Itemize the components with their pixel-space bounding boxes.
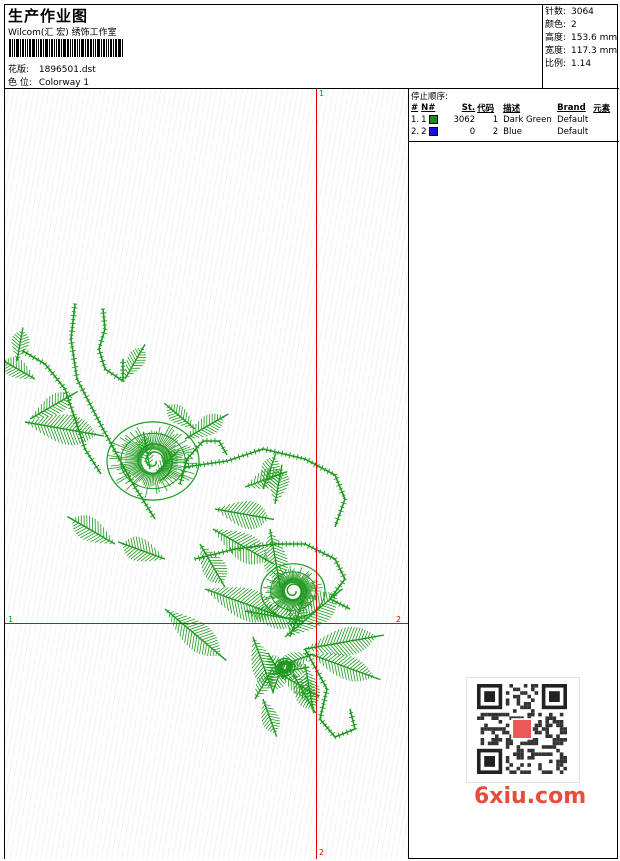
stat-width: 宽度: 117.3 mm	[545, 45, 619, 58]
sequence-grid: # N# St. 代码 描述 Brand 元素 1. 1 3062 1 Dark…	[410, 102, 618, 138]
axis-label-bottom: 2	[319, 848, 324, 857]
company-name: Wilcom(汇 宏) 绣饰工作室	[8, 25, 117, 38]
col-code: 代码	[476, 102, 502, 114]
pattern-row: 花版: 1896501.dst	[8, 62, 96, 75]
thread-swatch	[429, 127, 438, 136]
stat-scale: 比例: 1.14	[545, 58, 619, 71]
header-info: 生产作业图 Wilcom(汇 宏) 绣饰工作室 花版: 1896501.dst …	[5, 5, 543, 89]
sequence-caption: 停止顺序:	[411, 90, 448, 102]
axis-label-left: 1	[8, 615, 13, 624]
embroidery-design	[5, 89, 409, 859]
watermark: 6xiu.com	[474, 784, 586, 809]
col-n: N#	[420, 102, 450, 114]
vertical-axis	[316, 89, 317, 859]
pattern-label: 花版:	[8, 62, 36, 75]
qr-code	[466, 677, 580, 783]
colorway-row: 色 位: Colorway 1	[8, 75, 89, 88]
horizontal-axis	[5, 623, 409, 624]
stop-sequence-table: 停止顺序: # N# St. 代码 描述 Brand 元素 1. 1 3062	[409, 89, 619, 142]
table-row[interactable]: 2. 2 0 2 Blue Default	[410, 126, 618, 138]
thread-swatch	[429, 115, 438, 124]
table-row[interactable]: 1. 1 3062 1 Dark Green Default	[410, 114, 618, 126]
stat-stitches: 针数: 3064	[545, 6, 619, 19]
col-element: 元素	[592, 102, 618, 114]
stat-height: 高度: 153.6 mm	[545, 32, 619, 45]
axis-label-top: 1	[319, 89, 324, 98]
barcode	[9, 39, 141, 57]
col-desc: 描述	[502, 102, 556, 114]
sequence-header-row: # N# St. 代码 描述 Brand 元素	[410, 102, 618, 114]
colorway-label: 色 位:	[8, 75, 36, 88]
stats-panel: 针数: 3064 颜色: 2 高度: 153.6 mm 宽度: 117.3 mm 比例:…	[543, 5, 619, 89]
axis-label-right: 2	[396, 615, 401, 624]
pattern-value: 1896501.dst	[39, 65, 96, 75]
col-hash: #	[410, 102, 420, 114]
stat-colors: 颜色: 2	[545, 19, 619, 32]
colorway-value: Colorway 1	[39, 78, 89, 88]
col-stitches: St.	[450, 102, 476, 114]
design-canvas[interactable]: 1 1 2 2	[5, 89, 409, 859]
page-title: 生产作业图	[8, 5, 88, 26]
col-brand: Brand	[556, 102, 592, 114]
